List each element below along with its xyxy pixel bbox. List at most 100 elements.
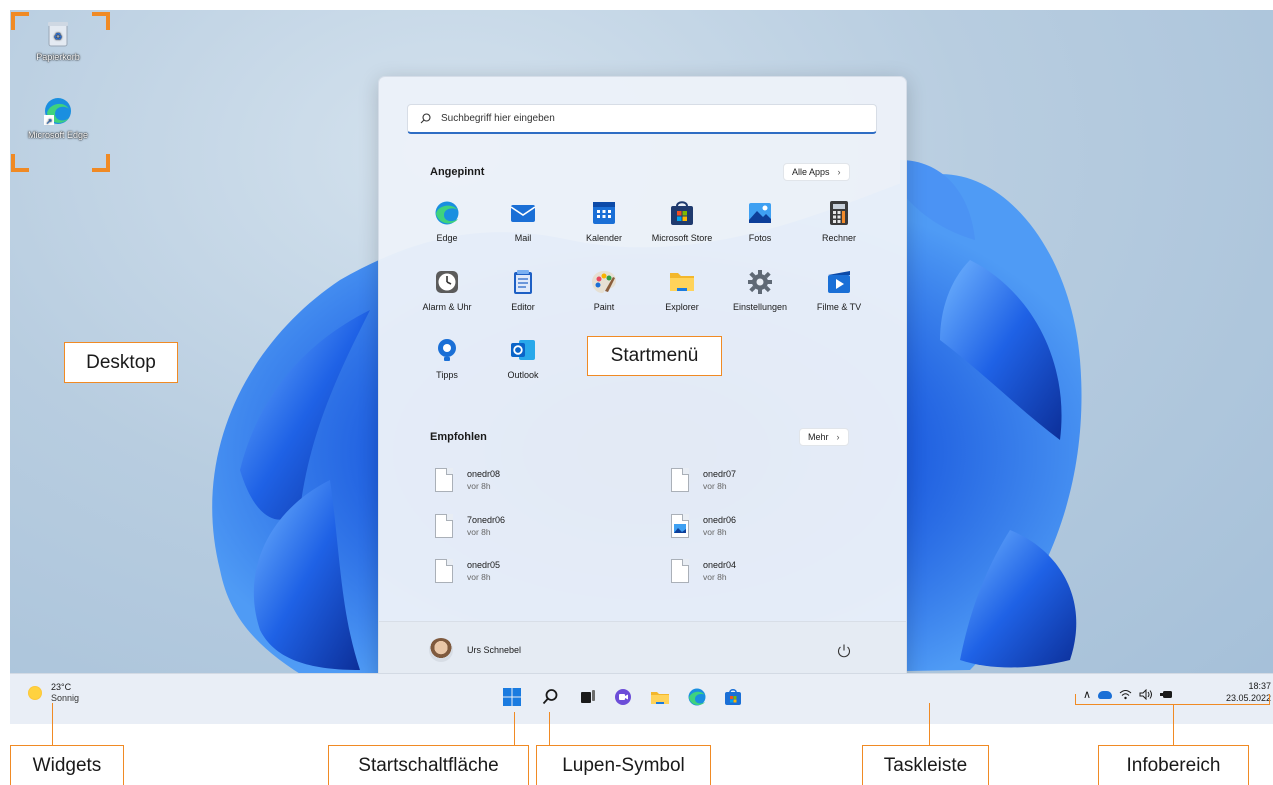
pinned-app-outlook[interactable]: Outlook: [484, 337, 562, 380]
start-button[interactable]: [500, 685, 524, 709]
calculator-icon: [826, 200, 852, 226]
desktop-icon-recycle-bin[interactable]: ♻ Papierkorb: [18, 20, 98, 62]
search-placeholder: Suchbegriff hier eingeben: [441, 113, 555, 124]
task-view-button[interactable]: [576, 685, 600, 709]
recommended-item[interactable]: onedr08 vor 8h: [435, 468, 500, 492]
pinned-app-paint[interactable]: Paint: [565, 269, 643, 312]
widgets-button[interactable]: 23°C Sonnig: [28, 682, 79, 704]
connector-taskbar: [929, 703, 930, 745]
desktop-icon-edge[interactable]: ↗ Microsoft Edge: [18, 96, 98, 140]
all-apps-label: Alle Apps: [792, 167, 830, 177]
recommended-item-name: 7onedr06: [467, 515, 506, 525]
recommended-item-time: vor 8h: [467, 481, 491, 491]
connector-info-left: [1075, 694, 1076, 704]
power-icon: [838, 644, 850, 658]
pinned-app-einstellungen[interactable]: Einstellungen: [721, 269, 799, 312]
desktop-icon-label: Papierkorb: [36, 52, 80, 62]
store-button[interactable]: [721, 685, 745, 709]
connector-info-stem: [1173, 704, 1174, 745]
svg-text:♻: ♻: [54, 32, 63, 43]
edge-button[interactable]: [685, 685, 709, 709]
recommended-item-name: onedr08: [467, 469, 501, 479]
recycle-bin-icon: ♻: [45, 20, 71, 48]
clock-time: 18:37: [1248, 681, 1271, 691]
volume-icon[interactable]: [1139, 689, 1153, 700]
recommended-item[interactable]: onedr06 vor 8h: [671, 514, 736, 538]
user-name: Urs Schnebel: [467, 645, 522, 655]
start-menu[interactable]: Suchbegriff hier eingeben Angepinnt Alle…: [378, 76, 907, 684]
pinned-app-fotos[interactable]: Fotos: [721, 200, 799, 243]
weather-text: Sonnig: [51, 693, 80, 703]
svg-text:↗: ↗: [46, 117, 53, 126]
document-icon: [671, 559, 689, 583]
callout-desktop: Desktop: [64, 342, 178, 383]
search-input[interactable]: Suchbegriff hier eingeben: [407, 104, 877, 134]
power-button[interactable]: [835, 642, 853, 660]
callout-info-area: Infobereich: [1098, 745, 1249, 785]
calendar-icon: [591, 200, 617, 226]
callout-widgets: Widgets: [10, 745, 124, 785]
recommended-item-time: vor 8h: [703, 572, 727, 582]
notepad-icon: [510, 269, 536, 295]
pinned-app-filme-tv[interactable]: Filme & TV: [800, 269, 878, 312]
document-icon: [435, 559, 453, 583]
pinned-app-kalender[interactable]: Kalender: [565, 200, 643, 243]
battery-plug-icon[interactable]: [1160, 689, 1174, 700]
pinned-app-tipps[interactable]: Tipps: [408, 337, 486, 380]
user-profile[interactable]: Urs Schnebel: [429, 638, 521, 662]
pinned-app-label: Kalender: [585, 233, 623, 243]
taskbar[interactable]: 23°C Sonnig ∧ 18:37 23.05.2022: [10, 673, 1273, 724]
edge-icon: ↗: [43, 96, 73, 126]
pinned-app-label: Einstellungen: [732, 302, 788, 312]
pinned-app-label: Edge: [436, 233, 458, 243]
folder-icon: [669, 269, 695, 295]
image-file-icon: [671, 514, 689, 538]
pinned-app-rechner[interactable]: Rechner: [800, 200, 878, 243]
explorer-button[interactable]: [648, 685, 672, 709]
task-view-icon: [581, 690, 595, 703]
recommended-item[interactable]: onedr07 vor 8h: [671, 468, 736, 492]
recommended-title: Empfohlen: [430, 431, 487, 443]
chat-button[interactable]: [611, 685, 635, 709]
pinned-app-label: Fotos: [748, 233, 772, 243]
onedrive-icon[interactable]: [1098, 690, 1113, 699]
pinned-app-label: Tipps: [436, 370, 458, 380]
weather-temp: 23°C: [51, 682, 72, 692]
pinned-app-mail[interactable]: Mail: [484, 200, 562, 243]
pinned-app-edge[interactable]: Edge: [408, 200, 486, 243]
pinned-app-editor[interactable]: Editor: [484, 269, 562, 312]
pinned-app-label: Alarm & Uhr: [422, 302, 472, 312]
pinned-app-microsoft-store[interactable]: Microsoft Store: [643, 200, 721, 243]
chevron-up-icon[interactable]: ∧: [1083, 688, 1091, 701]
taskbar-search-button[interactable]: [538, 685, 562, 709]
wifi-icon[interactable]: [1119, 689, 1132, 700]
edge-icon: [434, 200, 460, 226]
clock[interactable]: 18:37 23.05.2022: [1223, 680, 1271, 704]
recommended-item[interactable]: onedr04 vor 8h: [671, 559, 736, 583]
pinned-app-label: Rechner: [821, 233, 857, 243]
recommended-item-time: vor 8h: [703, 481, 727, 491]
pinned-app-explorer[interactable]: Explorer: [643, 269, 721, 312]
recommended-item-time: vor 8h: [703, 527, 727, 537]
more-button[interactable]: Mehr ›: [799, 428, 849, 446]
recommended-item[interactable]: 7onedr06 vor 8h: [435, 514, 505, 538]
all-apps-button[interactable]: Alle Apps ›: [783, 163, 850, 181]
mail-icon: [510, 200, 536, 226]
avatar: [429, 638, 453, 662]
pinned-app-label: Editor: [511, 302, 535, 312]
recommended-item-time: vor 8h: [467, 572, 491, 582]
recommended-item[interactable]: onedr05 vor 8h: [435, 559, 500, 583]
folder-icon: [651, 692, 669, 704]
recommended-item-time: vor 8h: [467, 527, 491, 537]
pinned-app-alarm-uhr[interactable]: Alarm & Uhr: [408, 269, 486, 312]
pinned-app-label: Filme & TV: [816, 302, 862, 312]
search-icon: [542, 689, 558, 705]
paint-icon: [591, 269, 617, 295]
pinned-app-label: Microsoft Store: [651, 233, 713, 243]
highlight-corner: [92, 12, 110, 30]
highlight-corner: [92, 154, 110, 172]
search-icon: [420, 113, 431, 124]
chevron-right-icon: ›: [836, 432, 840, 442]
windows-logo-icon: [503, 688, 521, 706]
movies-icon: [826, 269, 852, 295]
